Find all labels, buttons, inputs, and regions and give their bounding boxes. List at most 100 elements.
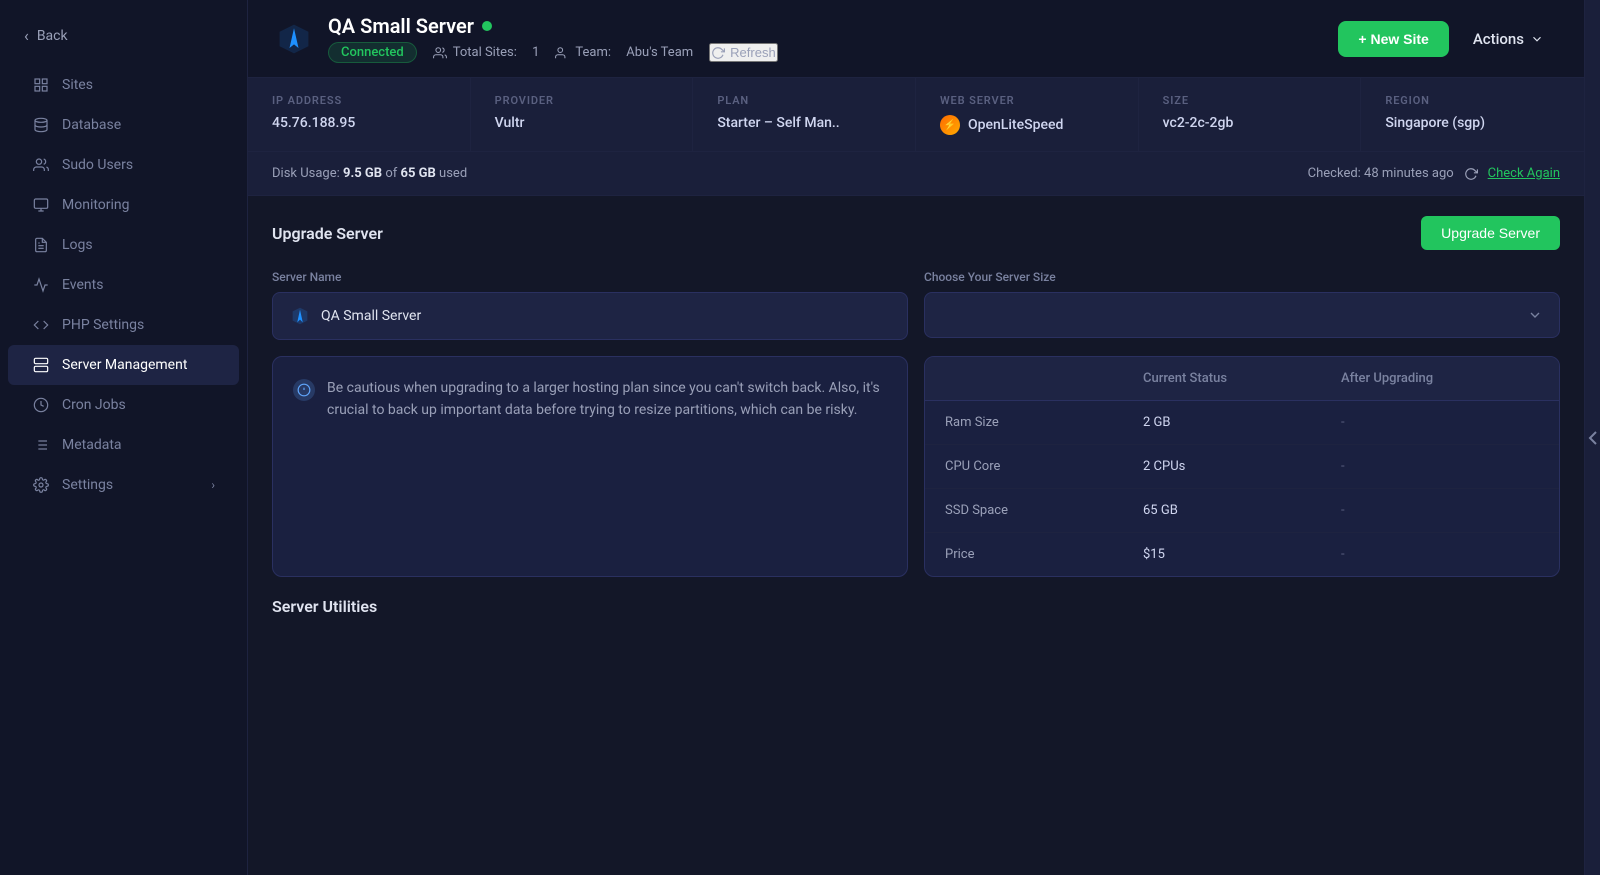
actions-label: Actions <box>1473 30 1524 48</box>
server-name-group: Server Name QA Small Server <box>272 270 908 340</box>
server-utilities-title: Server Utilities <box>272 597 377 616</box>
plan-label: PLAN <box>717 94 891 107</box>
sidebar-item-sites[interactable]: Sites <box>8 65 239 105</box>
plan-cell: PLAN Starter – Self Man.. <box>693 78 916 151</box>
price-current: $15 <box>1143 547 1341 562</box>
back-chevron-icon: ‹ <box>24 26 29 45</box>
header: QA Small Server Connected Total Sites: 1… <box>248 0 1584 78</box>
grid-icon <box>32 76 50 94</box>
sidebar-item-events[interactable]: Events <box>8 265 239 305</box>
sidebar-item-metadata-label: Metadata <box>62 437 122 453</box>
disk-right: Checked: 48 minutes ago Check Again <box>1308 166 1560 181</box>
sidebar-item-settings[interactable]: Settings › <box>8 465 239 505</box>
server-utilities-section: Server Utilities <box>272 597 1560 616</box>
sidebar-item-monitoring[interactable]: Monitoring <box>8 185 239 225</box>
sidebar-item-logs[interactable]: Logs <box>8 225 239 265</box>
team-value: Abu's Team <box>626 45 693 60</box>
comparison-row-ram: Ram Size 2 GB - <box>925 401 1559 445</box>
region-value: Singapore (sgp) <box>1385 115 1560 131</box>
sidebar-item-metadata[interactable]: Metadata <box>8 425 239 465</box>
server-name-display: QA Small Server <box>272 292 908 340</box>
cpu-current: 2 CPUs <box>1143 459 1341 474</box>
ssd-after: - <box>1341 503 1539 518</box>
server-size-dropdown[interactable] <box>924 292 1560 338</box>
header-title: QA Small Server <box>328 14 778 38</box>
sidebar: ‹ Back Sites Database Sudo Users Monitor… <box>0 0 248 875</box>
new-site-label: + New Site <box>1358 31 1428 47</box>
new-site-button[interactable]: + New Site <box>1338 21 1448 57</box>
comparison-empty-header: — <box>945 371 1143 386</box>
sidebar-item-php-settings-label: PHP Settings <box>62 317 144 333</box>
refresh-label: Refresh <box>730 45 776 60</box>
ram-after: - <box>1341 415 1539 430</box>
total-sites-label: Total Sites: <box>453 45 517 60</box>
content-area: IP ADDRESS 45.76.188.95 PROVIDER Vultr P… <box>248 78 1584 875</box>
disk-used: 9.5 GB <box>343 166 382 181</box>
disk-usage-text: Disk Usage: 9.5 GB of 65 GB used <box>272 166 467 181</box>
monitor-icon <box>32 196 50 214</box>
refresh-icon <box>711 46 725 60</box>
right-panel-tab[interactable] <box>1584 0 1600 875</box>
back-label: Back <box>37 28 68 44</box>
server-size-field-label: Choose Your Server Size <box>924 270 1560 284</box>
sidebar-item-server-management[interactable]: Server Management <box>8 345 239 385</box>
refresh-button[interactable]: Refresh <box>709 43 778 62</box>
server-icon <box>32 356 50 374</box>
sidebar-item-monitoring-label: Monitoring <box>62 197 130 213</box>
server-name: QA Small Server <box>328 14 474 38</box>
web-server-cell: WEB SERVER ⚡ OpenLiteSpeed <box>916 78 1139 151</box>
size-value: vc2-2c-2gb <box>1163 115 1337 131</box>
file-text-icon <box>32 236 50 254</box>
comparison-header: — Current Status After Upgrading <box>925 357 1559 401</box>
sidebar-item-sudo-users[interactable]: Sudo Users <box>8 145 239 185</box>
warning-text: Be cautious when upgrading to a larger h… <box>327 377 887 422</box>
ram-current: 2 GB <box>1143 415 1341 430</box>
server-utilities-header: Server Utilities <box>272 597 1560 616</box>
settings-arrow-icon: › <box>211 478 215 492</box>
disk-total: 65 GB <box>401 166 436 181</box>
clock-icon <box>32 396 50 414</box>
total-sites-meta: Total Sites: 1 <box>433 45 540 60</box>
total-sites-value: 1 <box>532 45 539 60</box>
size-label: SIZE <box>1163 94 1337 107</box>
size-cell: SIZE vc2-2c-2gb <box>1139 78 1362 151</box>
header-meta: Connected Total Sites: 1 Team: Abu's Tea… <box>328 42 778 63</box>
sidebar-item-cron-jobs-label: Cron Jobs <box>62 397 126 413</box>
settings-icon <box>32 476 50 494</box>
upgrade-server-button[interactable]: Upgrade Server <box>1421 216 1560 250</box>
upgrade-server-section: Upgrade Server Upgrade Server Server Nam… <box>272 216 1560 577</box>
cpu-label: CPU Core <box>945 459 1143 474</box>
header-actions: + New Site Actions <box>1338 21 1556 57</box>
web-server-value: ⚡ OpenLiteSpeed <box>940 115 1114 135</box>
back-button[interactable]: ‹ Back <box>0 16 247 65</box>
sidebar-item-database[interactable]: Database <box>8 105 239 145</box>
sidebar-item-database-label: Database <box>62 117 121 133</box>
server-size-group: Choose Your Server Size <box>924 270 1560 340</box>
comparison-after-header: After Upgrading <box>1341 371 1539 386</box>
provider-value: Vultr <box>495 115 669 131</box>
comparison-table: — Current Status After Upgrading Ram Siz… <box>924 356 1560 577</box>
sidebar-item-php-settings[interactable]: PHP Settings <box>8 305 239 345</box>
upgrade-server-title: Upgrade Server <box>272 224 383 243</box>
ssd-label: SSD Space <box>945 503 1143 518</box>
activity-icon <box>32 276 50 294</box>
ssd-current: 65 GB <box>1143 503 1341 518</box>
info-bar: IP ADDRESS 45.76.188.95 PROVIDER Vultr P… <box>248 78 1584 152</box>
actions-button[interactable]: Actions <box>1461 22 1556 56</box>
sidebar-item-settings-label: Settings <box>62 477 113 493</box>
check-again-button[interactable]: Check Again <box>1488 166 1560 181</box>
server-name-display-value: QA Small Server <box>321 308 421 324</box>
cpu-after: - <box>1341 459 1539 474</box>
list-icon <box>32 436 50 454</box>
price-label: Price <box>945 547 1143 562</box>
connected-badge: Connected <box>328 42 417 63</box>
sidebar-item-cron-jobs[interactable]: Cron Jobs <box>8 385 239 425</box>
main-content: QA Small Server Connected Total Sites: 1… <box>248 0 1584 875</box>
team-label: Team: <box>575 45 611 60</box>
warning-info-icon <box>293 379 315 401</box>
dropdown-chevron-icon <box>1527 307 1543 323</box>
server-name-field-label: Server Name <box>272 270 908 284</box>
sidebar-item-events-label: Events <box>62 277 103 293</box>
users-small-icon <box>433 46 447 60</box>
users-icon <box>32 156 50 174</box>
